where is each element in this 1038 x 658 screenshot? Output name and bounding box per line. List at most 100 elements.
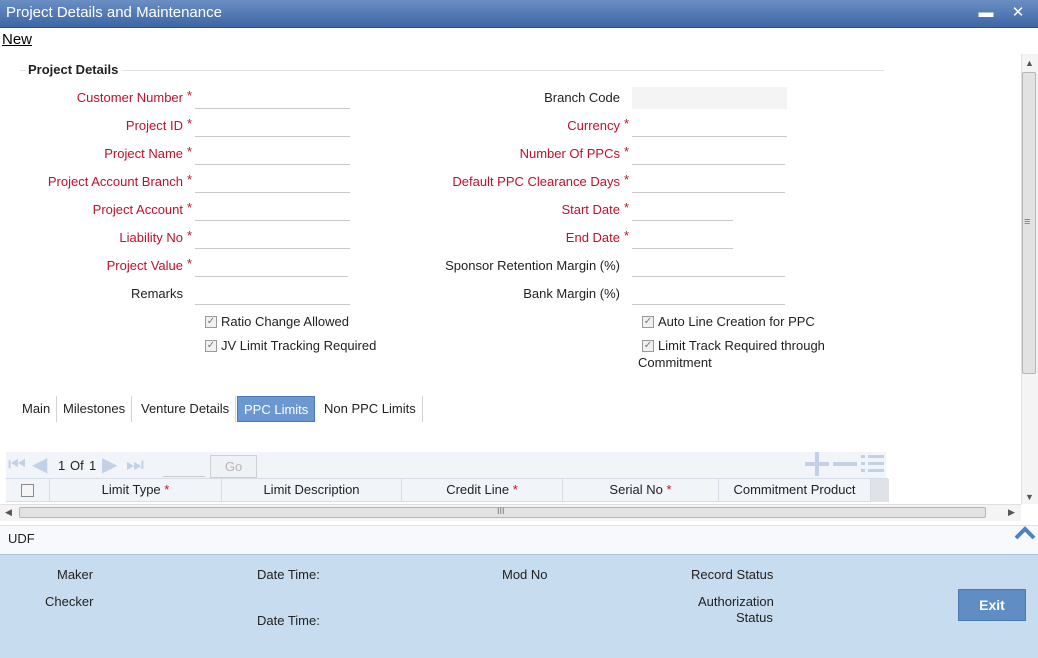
default-ppc-clearance-days-label: Default PPC Clearance Days	[452, 174, 620, 189]
tab-milestones[interactable]: Milestones	[57, 396, 133, 422]
select-all-checkbox[interactable]	[21, 484, 34, 498]
go-button[interactable]: Go	[210, 455, 257, 478]
project-id-label: Project ID	[125, 118, 183, 133]
project-account-label: Project Account	[92, 202, 183, 217]
liability-no-field[interactable]	[195, 227, 350, 249]
project-id-field[interactable]	[195, 115, 350, 137]
required-marker: *	[187, 228, 193, 243]
customer-number-field[interactable]	[195, 87, 350, 109]
exit-button[interactable]: Exit	[958, 589, 1026, 621]
previous-page-icon[interactable]: ◀	[32, 455, 47, 475]
scroll-grip-icon: III	[497, 506, 505, 516]
column-credit-line[interactable]: Credit Line *	[402, 478, 563, 502]
project-account-field[interactable]	[195, 199, 350, 221]
section-divider	[122, 70, 884, 71]
required-marker: *	[187, 256, 193, 271]
limit-track-commitment-checkbox[interactable]: ✓	[642, 340, 654, 352]
single-view-icon[interactable]	[860, 452, 886, 476]
delete-row-icon[interactable]	[832, 452, 858, 476]
scroll-right-icon[interactable]: ▶	[1008, 507, 1015, 518]
add-row-icon[interactable]	[804, 452, 830, 476]
scroll-up-icon[interactable]: ▲	[1025, 58, 1034, 68]
sponsor-retention-margin-field[interactable]	[632, 255, 785, 277]
number-of-ppcs-field[interactable]	[632, 143, 785, 165]
auto-line-creation-checkbox[interactable]: ✓	[642, 316, 654, 328]
tab-non-ppc-limits[interactable]: Non PPC Limits	[318, 396, 423, 422]
required-marker: *	[624, 200, 630, 215]
project-name-field[interactable]	[195, 143, 350, 165]
column-commitment-product[interactable]: Commitment Product	[719, 478, 871, 502]
next-page-icon[interactable]: ▶	[102, 455, 117, 475]
window-title-bar: Project Details and Maintenance	[0, 0, 1038, 28]
maker-date-time-label: Date Time:	[257, 567, 320, 582]
project-account-branch-field[interactable]	[195, 171, 350, 193]
required-marker: *	[187, 116, 193, 131]
checker-label: Checker	[45, 594, 94, 609]
required-marker: *	[187, 172, 193, 187]
ratio-change-label: Ratio Change Allowed	[221, 314, 349, 329]
end-date-field[interactable]	[632, 227, 733, 249]
page-total: 1	[89, 458, 97, 473]
ratio-change-checkbox[interactable]: ✓	[205, 316, 217, 328]
new-button[interactable]: New	[2, 31, 32, 48]
jv-limit-tracking-checkbox[interactable]: ✓	[205, 340, 217, 352]
auto-line-creation-label: Auto Line Creation for PPC	[658, 314, 815, 329]
section-divider	[20, 70, 26, 71]
required-marker: *	[512, 482, 518, 497]
page-number-input[interactable]	[163, 459, 205, 477]
scroll-left-icon[interactable]: ◀	[5, 507, 12, 518]
sponsor-retention-margin-label: Sponsor Retention Margin (%)	[445, 258, 620, 273]
chevron-up-icon[interactable]	[1013, 522, 1037, 542]
maker-label: Maker	[57, 567, 94, 582]
limit-track-commitment-label-line2: Commitment	[638, 355, 712, 370]
required-marker: *	[164, 482, 170, 497]
scroll-down-icon[interactable]: ▼	[1025, 492, 1034, 502]
column-limit-type[interactable]: Limit Type *	[50, 478, 222, 502]
authorization-status-label-line2: Status	[736, 610, 773, 625]
bank-margin-label: Bank Margin (%)	[523, 286, 620, 301]
toolbar	[0, 28, 1038, 52]
tab-main[interactable]: Main	[16, 396, 58, 422]
required-marker: *	[187, 144, 193, 159]
end-date-label: End Date	[565, 230, 620, 245]
required-marker: *	[624, 172, 630, 187]
branch-code-field[interactable]	[632, 87, 787, 109]
project-account-branch-label: Project Account Branch	[47, 174, 183, 189]
project-value-field[interactable]	[195, 255, 348, 277]
column-serial-no[interactable]: Serial No *	[563, 478, 719, 502]
first-page-icon[interactable]: ⏮	[8, 455, 26, 475]
column-limit-description[interactable]: Limit Description	[222, 478, 402, 502]
currency-label: Currency	[567, 118, 620, 133]
required-marker: *	[187, 200, 193, 215]
bank-margin-field[interactable]	[632, 283, 785, 305]
required-marker: *	[624, 116, 630, 131]
page-current: 1	[58, 458, 66, 473]
tab-ppc-limits[interactable]: PPC Limits	[237, 396, 316, 422]
liability-no-label: Liability No	[119, 230, 183, 245]
customer-number-label: Customer Number	[76, 90, 183, 105]
remarks-field[interactable]	[195, 283, 350, 305]
currency-field[interactable]	[632, 115, 787, 137]
udf-button[interactable]: UDF	[8, 531, 35, 546]
number-of-ppcs-label: Number Of PPCs	[519, 146, 620, 161]
limit-track-commitment-label: Limit Track Required through	[658, 338, 825, 353]
start-date-label: Start Date	[561, 202, 620, 217]
scroll-grip-icon: ≡	[1024, 216, 1031, 228]
last-page-icon[interactable]: ⏭	[126, 455, 144, 475]
udf-bar	[0, 525, 1038, 554]
record-status-label: Record Status	[691, 567, 774, 582]
minimize-icon[interactable]: ▬	[977, 0, 995, 26]
grid-scroll-corner	[871, 479, 889, 502]
default-ppc-clearance-days-field[interactable]	[632, 171, 785, 193]
tab-venture-details[interactable]: Venture Details	[135, 396, 237, 422]
required-marker: *	[624, 228, 630, 243]
required-marker: *	[666, 482, 672, 497]
close-icon[interactable]: ✕	[1009, 0, 1027, 26]
section-title: Project Details	[28, 62, 119, 77]
start-date-field[interactable]	[632, 199, 733, 221]
page-of-label: Of	[70, 458, 84, 473]
required-marker: *	[624, 144, 630, 159]
mod-no-label: Mod No	[502, 567, 548, 582]
remarks-label: Remarks	[130, 286, 183, 301]
checker-date-time-label: Date Time:	[257, 613, 320, 628]
